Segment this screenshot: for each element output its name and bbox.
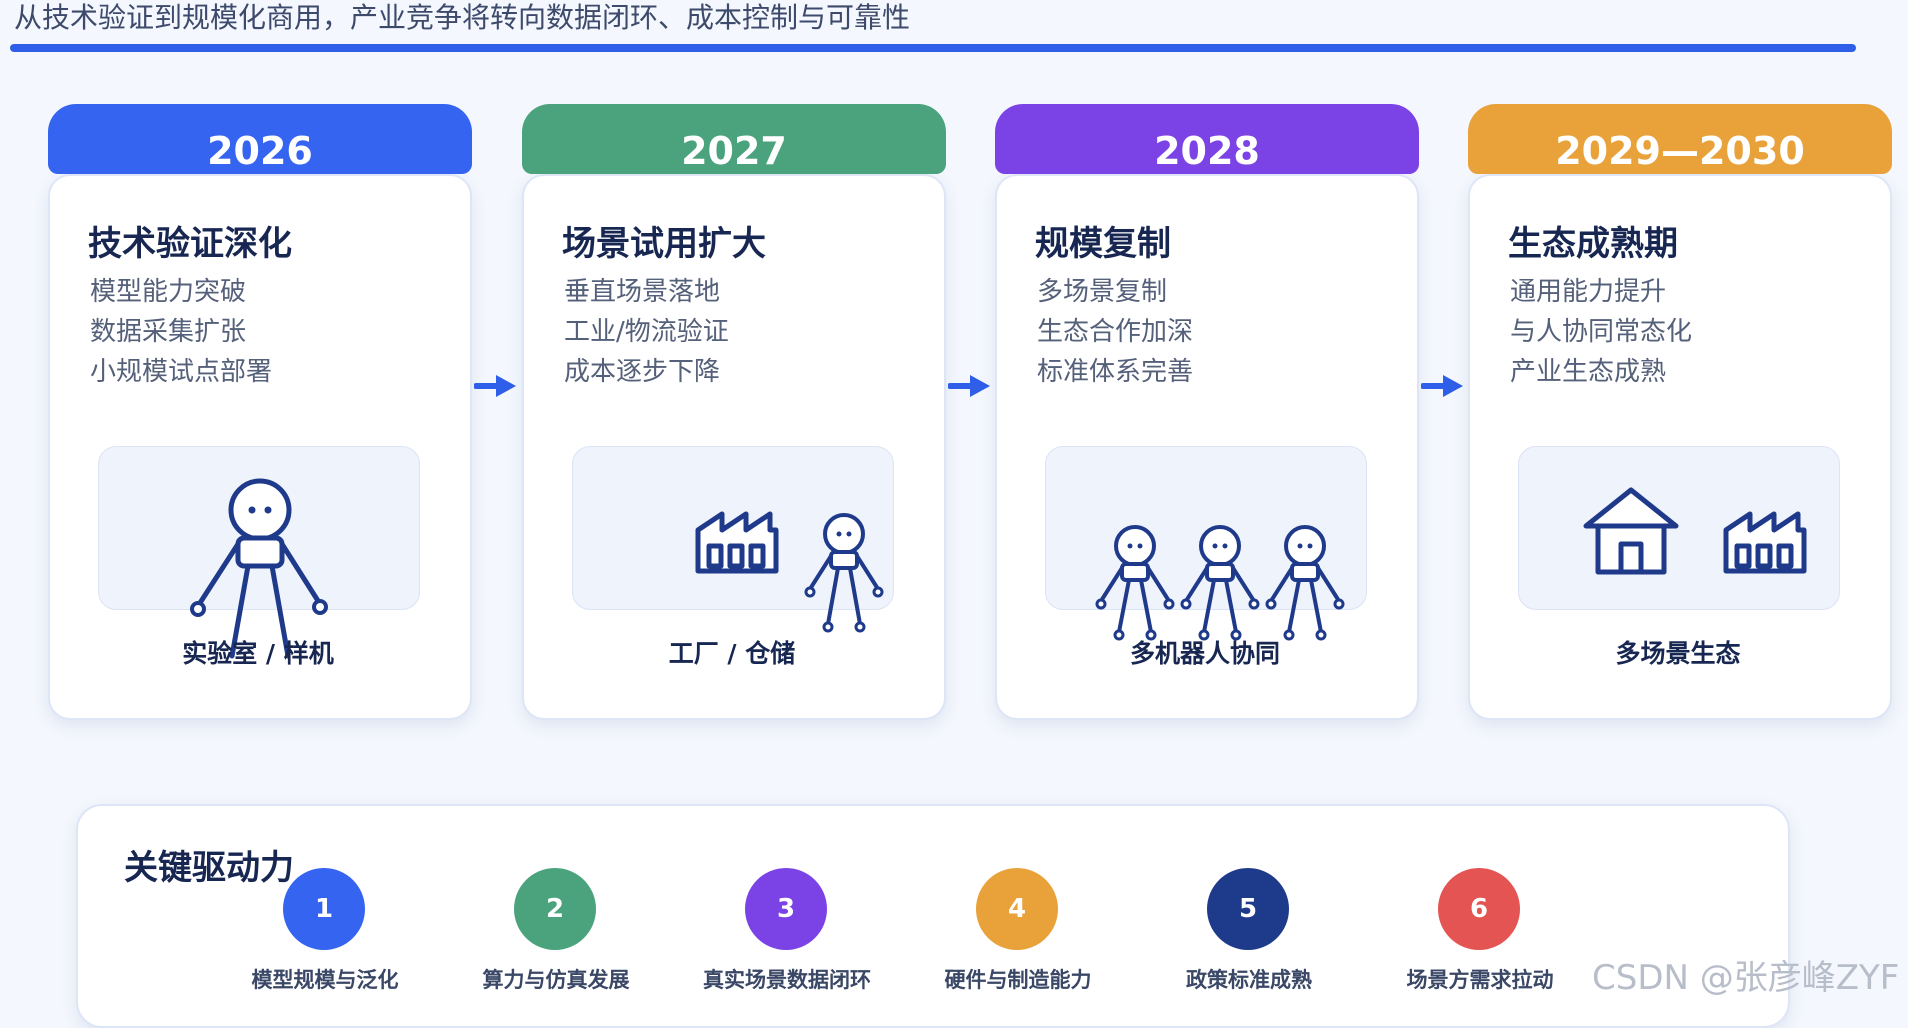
driver-number-badge: 2 xyxy=(514,868,596,950)
stage-item: 垂直场景落地 xyxy=(564,277,721,307)
driver-label: 模型规模与泛化 xyxy=(251,968,399,992)
driver-number-badge: 3 xyxy=(745,868,827,950)
stage-title: 技术验证深化 xyxy=(88,224,292,264)
watermark: CSDN @张彦峰ZYF xyxy=(1592,958,1900,998)
robot-icon xyxy=(190,478,328,659)
robot-icon xyxy=(1095,525,1175,641)
driver-label: 算力与仿真发展 xyxy=(482,968,630,992)
stage-item: 与人协同常态化 xyxy=(1510,317,1693,347)
stage-2029-2030: 2029—2030 生态成熟期 通用能力提升 与人协同常态化 产业生态成熟 多场… xyxy=(1468,104,1892,720)
stage-item: 多场景复制 xyxy=(1037,277,1168,307)
multi-robot-illustration xyxy=(1095,525,1345,641)
factory-icon xyxy=(695,511,779,574)
illustration-caption: 工厂 / 仓储 xyxy=(668,639,796,668)
house-icon xyxy=(1583,487,1679,575)
stage-2026: 2026 技术验证深化 模型能力突破 数据采集扩张 小规模试点部署 实验室 / … xyxy=(48,104,472,720)
year-pill: 2029—2030 xyxy=(1468,104,1892,174)
driver-label: 硬件与制造能力 xyxy=(944,968,1092,992)
driver-label: 场景方需求拉动 xyxy=(1406,968,1554,992)
stage-item: 小规模试点部署 xyxy=(90,357,273,387)
year-pill: 2027 xyxy=(522,104,946,174)
stage-item: 模型能力突破 xyxy=(90,277,247,307)
title-underline xyxy=(10,44,1856,52)
driver-number-badge: 6 xyxy=(1438,868,1520,950)
stage-item: 标准体系完善 xyxy=(1037,357,1194,387)
driver-label: 政策标准成熟 xyxy=(1186,968,1312,992)
robot-icon xyxy=(1180,525,1260,641)
stage-title: 生态成熟期 xyxy=(1508,224,1678,264)
stage-item: 生态合作加深 xyxy=(1037,317,1194,347)
illustration-caption: 多场景生态 xyxy=(1615,639,1741,668)
illustration-caption: 实验室 / 样机 xyxy=(182,639,334,668)
arrow-right-icon xyxy=(948,375,990,397)
driver-label: 真实场景数据闭环 xyxy=(703,968,871,992)
robot-icon xyxy=(1265,525,1345,641)
driver-number-badge: 5 xyxy=(1207,868,1289,950)
driver-number-badge: 1 xyxy=(283,868,365,950)
stage-item-list: 多场景复制 生态合作加深 标准体系完善 xyxy=(1037,272,1193,392)
stage-item-list: 模型能力突破 数据采集扩张 小规模试点部署 xyxy=(90,272,272,392)
driver-number-badge: 4 xyxy=(976,868,1058,950)
illustration-caption: 多机器人协同 xyxy=(1129,639,1280,668)
stage-item-list: 垂直场景落地 工业/物流验证 成本逐步下降 xyxy=(564,272,729,392)
page-subtitle: 从技术验证到规模化商用，产业竞争将转向数据闭环、成本控制与可靠性 xyxy=(14,1,911,34)
stage-item-list: 通用能力提升 与人协同常态化 产业生态成熟 xyxy=(1510,272,1692,392)
ecosystem-illustration xyxy=(1583,487,1807,575)
arrow-right-icon xyxy=(474,375,516,397)
stage-item: 数据采集扩张 xyxy=(90,317,247,347)
stage-2028: 2028 规模复制 多场景复制 生态合作加深 标准体系完善 多机器人协同 xyxy=(995,104,1419,720)
robot-icon xyxy=(808,513,880,626)
factory-icon xyxy=(1723,511,1807,574)
factory-robot-illustration xyxy=(695,511,884,633)
key-drivers-title: 关键驱动力 xyxy=(124,848,294,888)
arrow-right-icon xyxy=(1421,375,1463,397)
stage-item: 成本逐步下降 xyxy=(564,357,721,387)
stage-title: 场景试用扩大 xyxy=(562,224,766,264)
stage-item: 产业生态成熟 xyxy=(1510,357,1667,387)
stage-title: 规模复制 xyxy=(1035,224,1171,264)
stage-2027: 2027 场景试用扩大 垂直场景落地 工业/物流验证 成本逐步下降 工厂 / 仓… xyxy=(522,104,946,720)
stage-item: 工业/物流验证 xyxy=(564,317,729,347)
stage-item: 通用能力提升 xyxy=(1510,277,1667,307)
year-pill: 2026 xyxy=(48,104,472,174)
year-pill: 2028 xyxy=(995,104,1419,174)
